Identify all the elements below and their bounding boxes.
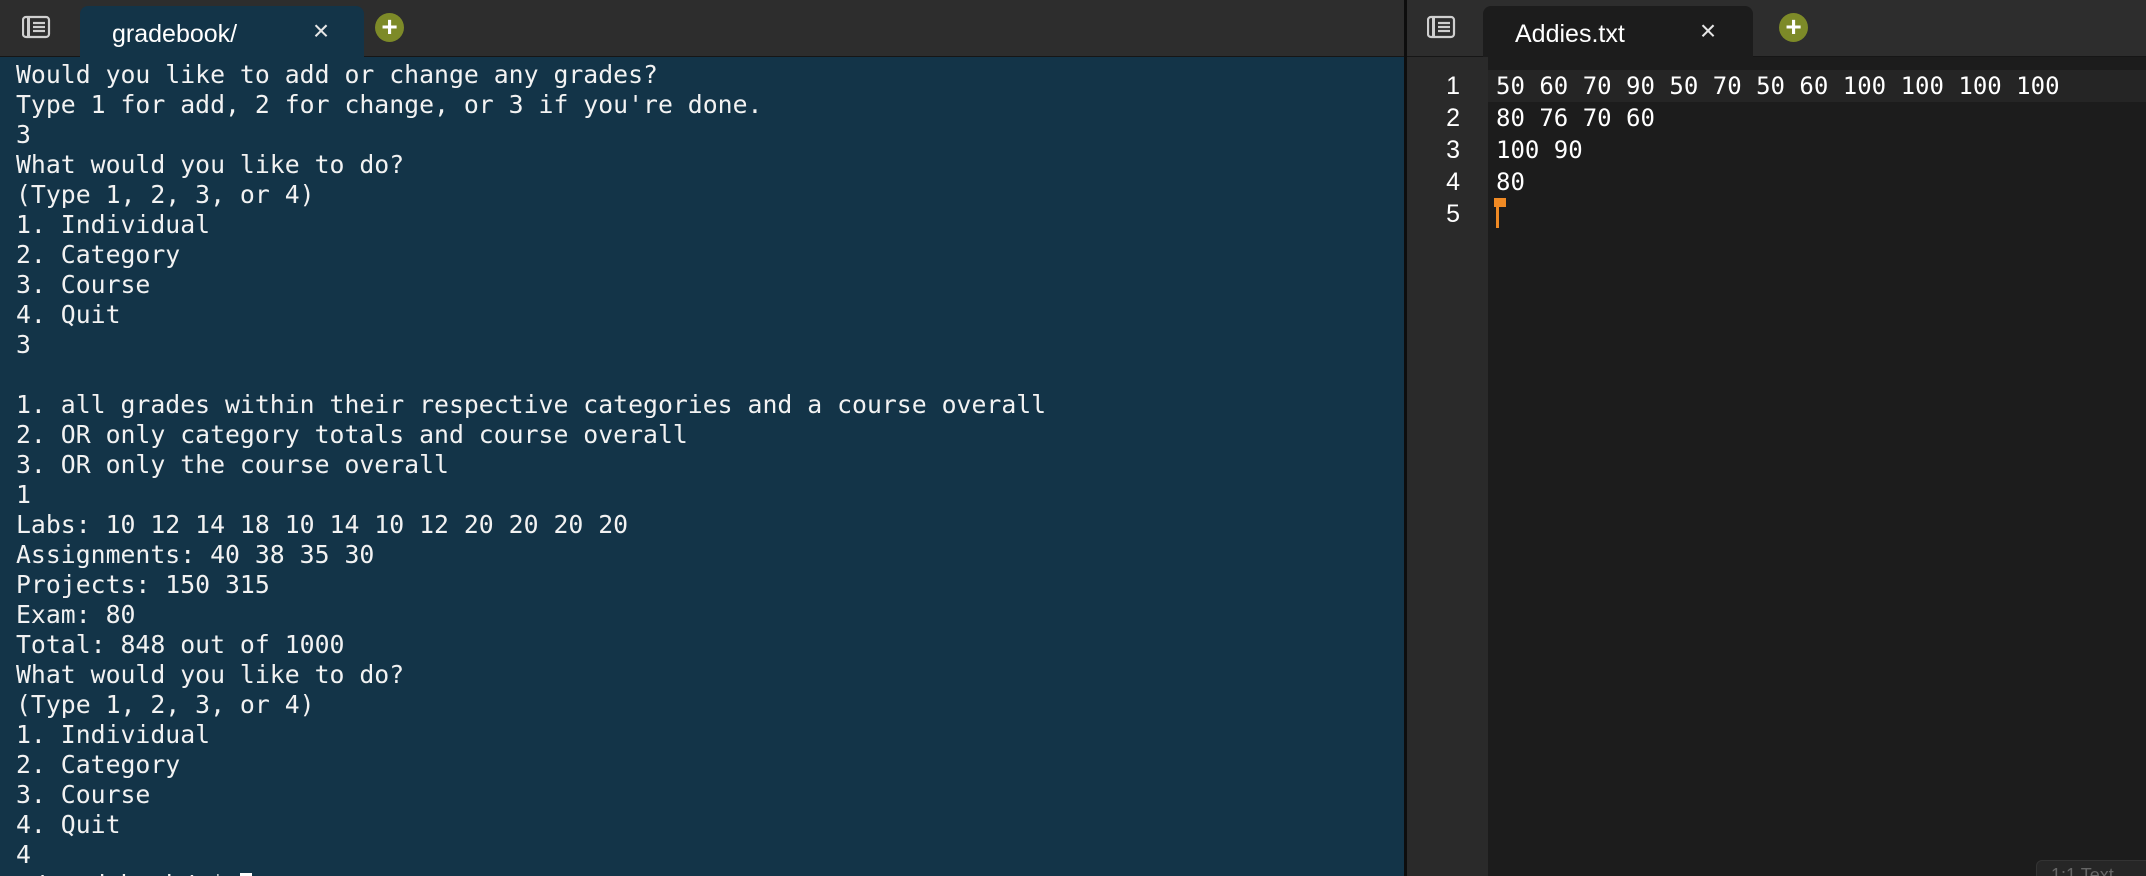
tab-addies-txt[interactable]: Addies.txt ×: [1483, 6, 1753, 57]
terminal-line: Would you like to add or change any grad…: [16, 60, 658, 89]
terminal-line: Total: 848 out of 1000: [16, 630, 345, 659]
file-line: 50 60 70 90 50 70 50 60 100 100 100 100: [1496, 72, 2060, 100]
terminal-line: (Type 1, 2, 3, or 4): [16, 180, 315, 209]
terminal-line: 2. Category: [16, 750, 181, 779]
terminal-line: 3: [16, 120, 31, 149]
terminal-output[interactable]: Would you like to add or change any grad…: [16, 60, 1404, 876]
terminal-line: 4. Quit: [16, 300, 121, 329]
plus-icon[interactable]: +: [375, 13, 404, 42]
line-number: 3: [1446, 136, 1460, 164]
terminal-line: 2. Category: [16, 240, 181, 269]
text-editor[interactable]: 1:1 Text 50 60 70 90 50 70 50 60 100 100…: [1488, 57, 2146, 876]
close-icon[interactable]: ×: [308, 17, 334, 45]
line-number: 1: [1446, 72, 1460, 100]
tab-label: gradebook/: [112, 20, 238, 48]
line-number: 2: [1446, 104, 1460, 132]
terminal-line: What would you like to do?: [16, 660, 405, 689]
editor-pane: Addies.txt × + 1 2 3 4 5 1:1 Text 50 60 70 9…: [1407, 0, 2146, 876]
file-line: 80: [1496, 168, 1525, 196]
close-icon[interactable]: ×: [1695, 17, 1721, 45]
file-line: 80 76 70 60: [1496, 104, 1655, 132]
terminal-line: Projects: 150 315: [16, 570, 270, 599]
terminal-line: 2. OR only category totals and course ov…: [16, 420, 688, 449]
tab-gradebook[interactable]: gradebook/ ×: [80, 6, 364, 57]
terminal-line: 4: [16, 840, 31, 869]
terminal-pane: gradebook/ × + Would you like to add or …: [0, 0, 1404, 876]
editor-tab-bar: Addies.txt × +: [1407, 0, 2146, 57]
terminal-line: 1: [16, 480, 31, 509]
terminal-line: 1. Individual: [16, 210, 211, 239]
plus-icon[interactable]: +: [1779, 13, 1808, 42]
status-indicator: 1:1 Text: [2036, 860, 2146, 876]
line-number: 5: [1446, 200, 1460, 228]
terminal-line: 1. Individual: [16, 720, 211, 749]
terminal-line: 1. all grades within their respective ca…: [16, 390, 1047, 419]
file-line: 100 90: [1496, 136, 1583, 164]
menu-icon[interactable]: [21, 15, 52, 39]
terminal-line: 3. OR only the course overall: [16, 450, 449, 479]
terminal-line: What would you like to do?: [16, 150, 405, 179]
terminal-line: (Type 1, 2, 3, or 4): [16, 690, 315, 719]
terminal-line: Type 1 for add, 2 for change, or 3 if yo…: [16, 90, 763, 119]
line-number-gutter: 1 2 3 4 5: [1407, 57, 1488, 876]
terminal-line: 3. Course: [16, 270, 151, 299]
terminal-line: 4. Quit: [16, 810, 121, 839]
menu-icon[interactable]: [1426, 15, 1457, 39]
terminal-line: 3: [16, 330, 31, 359]
tab-label: Addies.txt: [1515, 20, 1625, 48]
terminal-tab-bar: gradebook/ × +: [0, 0, 1404, 57]
terminal-line: ~/gradebook/ $: [16, 870, 1404, 876]
terminal-line: Labs: 10 12 14 18 10 14 10 12 20 20 20 2…: [16, 510, 629, 539]
terminal-line: 3. Course: [16, 780, 151, 809]
terminal-line: Exam: 80: [16, 600, 136, 629]
terminal-line: Assignments: 40 38 35 30: [16, 540, 375, 569]
line-number: 4: [1446, 168, 1460, 196]
text-cursor: [1496, 202, 1499, 228]
